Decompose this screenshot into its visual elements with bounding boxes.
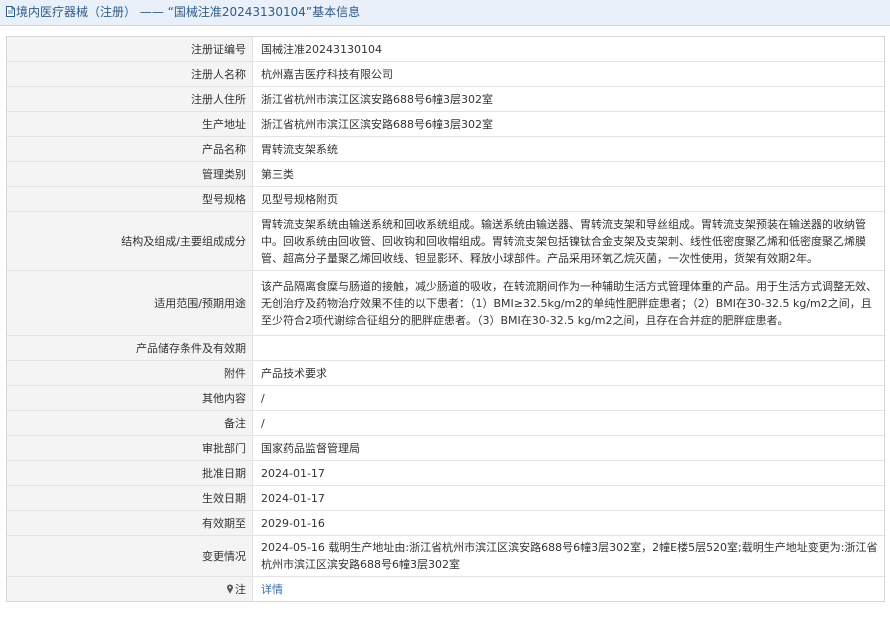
row-label: 有效期至 (7, 510, 253, 536)
table-row: 备注 / (7, 410, 884, 436)
row-value: 国械注准20243130104 (252, 37, 884, 62)
note-label-cell: 注 (7, 576, 253, 601)
row-value: / (252, 410, 884, 436)
row-label: 其他内容 (7, 385, 253, 411)
row-label: 备注 (7, 410, 253, 436)
row-value: 杭州嘉吉医疗科技有限公司 (252, 61, 884, 87)
row-label: 生产地址 (7, 111, 253, 137)
row-label: 适用范围/预期用途 (7, 270, 253, 336)
table-row: 有效期至 2029-01-16 (7, 510, 884, 536)
header-title-bar: 境内医疗器械（注册） —— “国械注准20243130104”基本信息 (6, 5, 360, 20)
breadcrumb[interactable]: 境内医疗器械（注册） (16, 5, 136, 19)
table-row: 产品名称 胃转流支架系统 (7, 136, 884, 162)
table-row: 审批部门 国家药品监督管理局 (7, 435, 884, 461)
row-value: 见型号规格附页 (252, 186, 884, 212)
table-row: 批准日期 2024-01-17 (7, 460, 884, 486)
page-header: 境内医疗器械（注册） —— “国械注准20243130104”基本信息 (0, 0, 890, 26)
row-label: 管理类别 (7, 161, 253, 187)
table-row: 注册人住所 浙江省杭州市滨江区滨安路688号6幢3层302室 (7, 86, 884, 112)
row-value: 2024-05-16 载明生产地址由:浙江省杭州市滨江区滨安路688号6幢3层3… (252, 535, 884, 577)
table-row: 生效日期 2024-01-17 (7, 485, 884, 511)
breadcrumb-separator: —— (136, 5, 168, 19)
row-value: / (252, 385, 884, 411)
row-label: 批准日期 (7, 460, 253, 486)
row-label: 结构及组成/主要组成成分 (7, 211, 253, 271)
table-row: 变更情况 2024-05-16 载明生产地址由:浙江省杭州市滨江区滨安路688号… (7, 535, 884, 577)
row-value: 详情 (253, 577, 885, 602)
table-row: 注册人名称 杭州嘉吉医疗科技有限公司 (7, 61, 884, 87)
details-link[interactable]: 详情 (261, 583, 283, 596)
pin-icon (227, 584, 233, 594)
info-table: 注册证编号 国械注准20243130104 注册人名称 杭州嘉吉医疗科技有限公司… (7, 37, 884, 601)
row-label: 注册人名称 (7, 61, 253, 87)
row-label: 变更情况 (7, 535, 253, 577)
info-panel: 注册证编号 国械注准20243130104 注册人名称 杭州嘉吉医疗科技有限公司… (6, 36, 885, 602)
page-title: “国械注准20243130104”基本信息 (167, 5, 361, 19)
document-icon (6, 6, 15, 17)
table-row: 生产地址 浙江省杭州市滨江区滨安路688号6幢3层302室 (7, 111, 884, 137)
table-row: 管理类别 第三类 (7, 161, 884, 187)
table-row: 结构及组成/主要组成成分 胃转流支架系统由输送系统和回收系统组成。输送系统由输送… (7, 211, 884, 271)
row-value: 浙江省杭州市滨江区滨安路688号6幢3层302室 (252, 86, 884, 112)
table-row: 型号规格 见型号规格附页 (7, 186, 884, 212)
row-value: 胃转流支架系统 (252, 136, 884, 162)
row-label: 生效日期 (7, 485, 253, 511)
table-row: 附件 产品技术要求 (7, 360, 884, 386)
row-label: 注册证编号 (7, 37, 253, 62)
row-value: 产品技术要求 (252, 360, 884, 386)
row-label: 注册人住所 (7, 86, 253, 112)
row-value: 浙江省杭州市滨江区滨安路688号6幢3层302室 (252, 111, 884, 137)
table-row: 注册证编号 国械注准20243130104 (7, 37, 884, 62)
table-row: 其他内容 / (7, 385, 884, 411)
table-row: 产品储存条件及有效期 (7, 335, 884, 361)
table-row: 适用范围/预期用途 该产品隔离食糜与肠道的接触，减少肠道的吸收，在转流期间作为一… (7, 270, 884, 336)
row-value: 第三类 (252, 161, 884, 187)
row-value: 该产品隔离食糜与肠道的接触，减少肠道的吸收，在转流期间作为一种辅助生活方式管理体… (252, 270, 884, 336)
row-value: 胃转流支架系统由输送系统和回收系统组成。输送系统由输送器、胃转流支架和导丝组成。… (252, 211, 884, 271)
row-label: 注 (235, 582, 246, 596)
row-value: 2029-01-16 (252, 510, 884, 536)
row-value: 2024-01-17 (252, 460, 884, 486)
row-label: 审批部门 (7, 435, 253, 461)
row-value: 国家药品监督管理局 (252, 435, 884, 461)
row-label: 产品名称 (7, 136, 253, 162)
row-label: 附件 (7, 360, 253, 386)
row-value: 2024-01-17 (252, 485, 884, 511)
table-row: 注 详情 (7, 576, 885, 602)
row-label: 产品储存条件及有效期 (7, 335, 253, 361)
row-value (252, 335, 884, 361)
row-label: 型号规格 (7, 186, 253, 212)
